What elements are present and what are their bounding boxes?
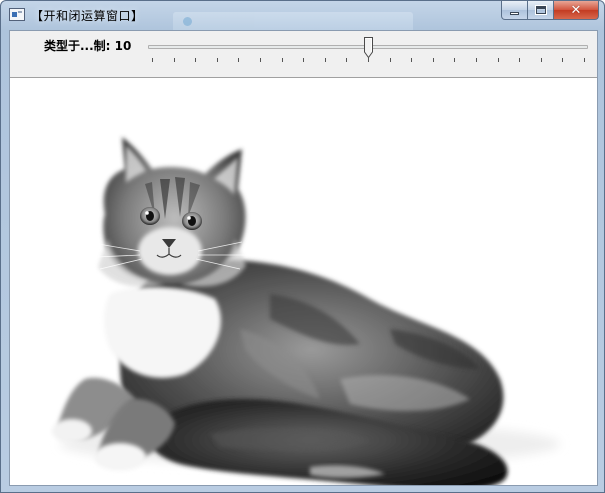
slider-tick [195, 58, 196, 62]
slider-tick [584, 58, 585, 62]
client-area: 类型于...制: 10 [9, 30, 598, 486]
background-browser-tab [173, 12, 413, 31]
slider-tick [519, 58, 520, 62]
slider-ticks [148, 58, 590, 64]
minimize-icon [510, 11, 519, 15]
trackbar-slider[interactable] [148, 36, 590, 72]
slider-tick [411, 58, 412, 62]
slider-tick [368, 58, 369, 62]
slider-tick [282, 58, 283, 62]
maximize-button[interactable] [528, 1, 554, 20]
cat-image [52, 137, 560, 485]
slider-thumb[interactable] [364, 37, 373, 58]
slider-tick [346, 58, 347, 62]
slider-tick [454, 58, 455, 62]
app-window: 【开和闭运算窗口】 ✕ 类型于...制: 10 [0, 0, 605, 493]
slider-tick [433, 58, 434, 62]
close-icon: ✕ [570, 2, 582, 18]
slider-tick [238, 58, 239, 62]
slider-tick [562, 58, 563, 62]
slider-tick [174, 58, 175, 62]
slider-tick [498, 58, 499, 62]
close-button[interactable]: ✕ [554, 1, 599, 20]
slider-tick [325, 58, 326, 62]
minimize-button[interactable] [501, 1, 528, 20]
slider-tick [476, 58, 477, 62]
title-bar[interactable]: 【开和闭运算窗口】 ✕ [1, 1, 604, 31]
maximize-icon [534, 5, 547, 15]
slider-tick [217, 58, 218, 62]
slider-tick [260, 58, 261, 62]
slider-tick [390, 58, 391, 62]
slider-tick [152, 58, 153, 62]
image-display [10, 79, 597, 485]
caption-buttons: ✕ [501, 1, 599, 20]
trackbar-label: 类型于...制: 10 [44, 39, 132, 53]
trackbar-panel: 类型于...制: 10 [10, 31, 597, 78]
slider-tick [541, 58, 542, 62]
window-app-icon[interactable] [9, 8, 25, 21]
slider-tick [303, 58, 304, 62]
window-title: 【开和闭运算窗口】 [31, 9, 144, 23]
